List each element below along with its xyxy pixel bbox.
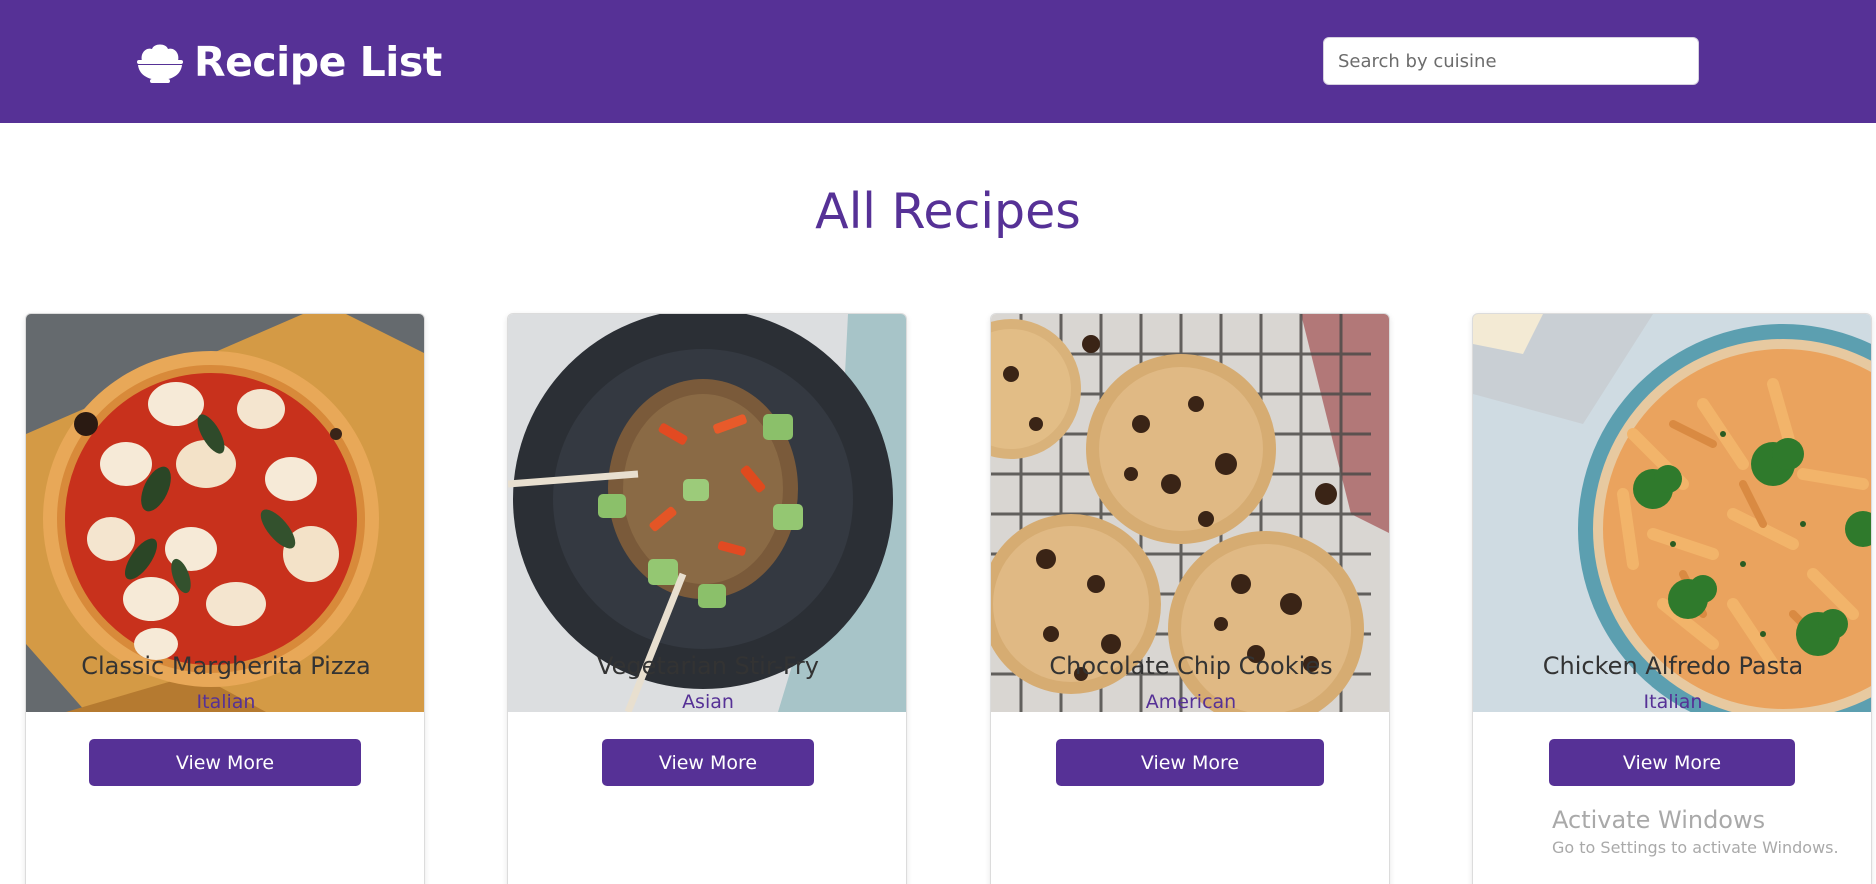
view-more-button[interactable]: View More — [89, 739, 361, 786]
recipe-card: Chocolate Chip Cookies American View Mor… — [990, 313, 1390, 884]
brand[interactable]: Recipe List — [136, 34, 442, 90]
view-more-button[interactable]: View More — [1056, 739, 1324, 786]
search-input[interactable] — [1323, 37, 1699, 85]
recipe-title: Chocolate Chip Cookies — [1049, 652, 1333, 680]
rice-bowl-icon — [137, 44, 183, 83]
recipe-card: Classic Margherita Pizza Italian View Mo… — [25, 313, 425, 884]
navbar: Recipe List — [0, 0, 1876, 123]
recipe-title: Vegetarian Stir-Fry — [597, 652, 819, 680]
recipe-card: Chicken Alfredo Pasta Italian View More — [1472, 313, 1872, 884]
recipe-title: Classic Margherita Pizza — [81, 652, 371, 680]
recipe-card: Vegetarian Stir-Fry Asian View More — [507, 313, 907, 884]
recipe-cuisine: Italian — [1643, 691, 1703, 713]
view-more-button[interactable]: View More — [1549, 739, 1795, 786]
page-title: All Recipes — [815, 183, 1081, 240]
recipe-title: Chicken Alfredo Pasta — [1542, 652, 1804, 680]
recipe-cuisine: Asian — [682, 691, 734, 713]
brand-title: Recipe List — [194, 38, 442, 86]
view-more-button[interactable]: View More — [602, 739, 814, 786]
recipe-cuisine: American — [1145, 691, 1237, 713]
recipe-cuisine: Italian — [196, 691, 256, 713]
